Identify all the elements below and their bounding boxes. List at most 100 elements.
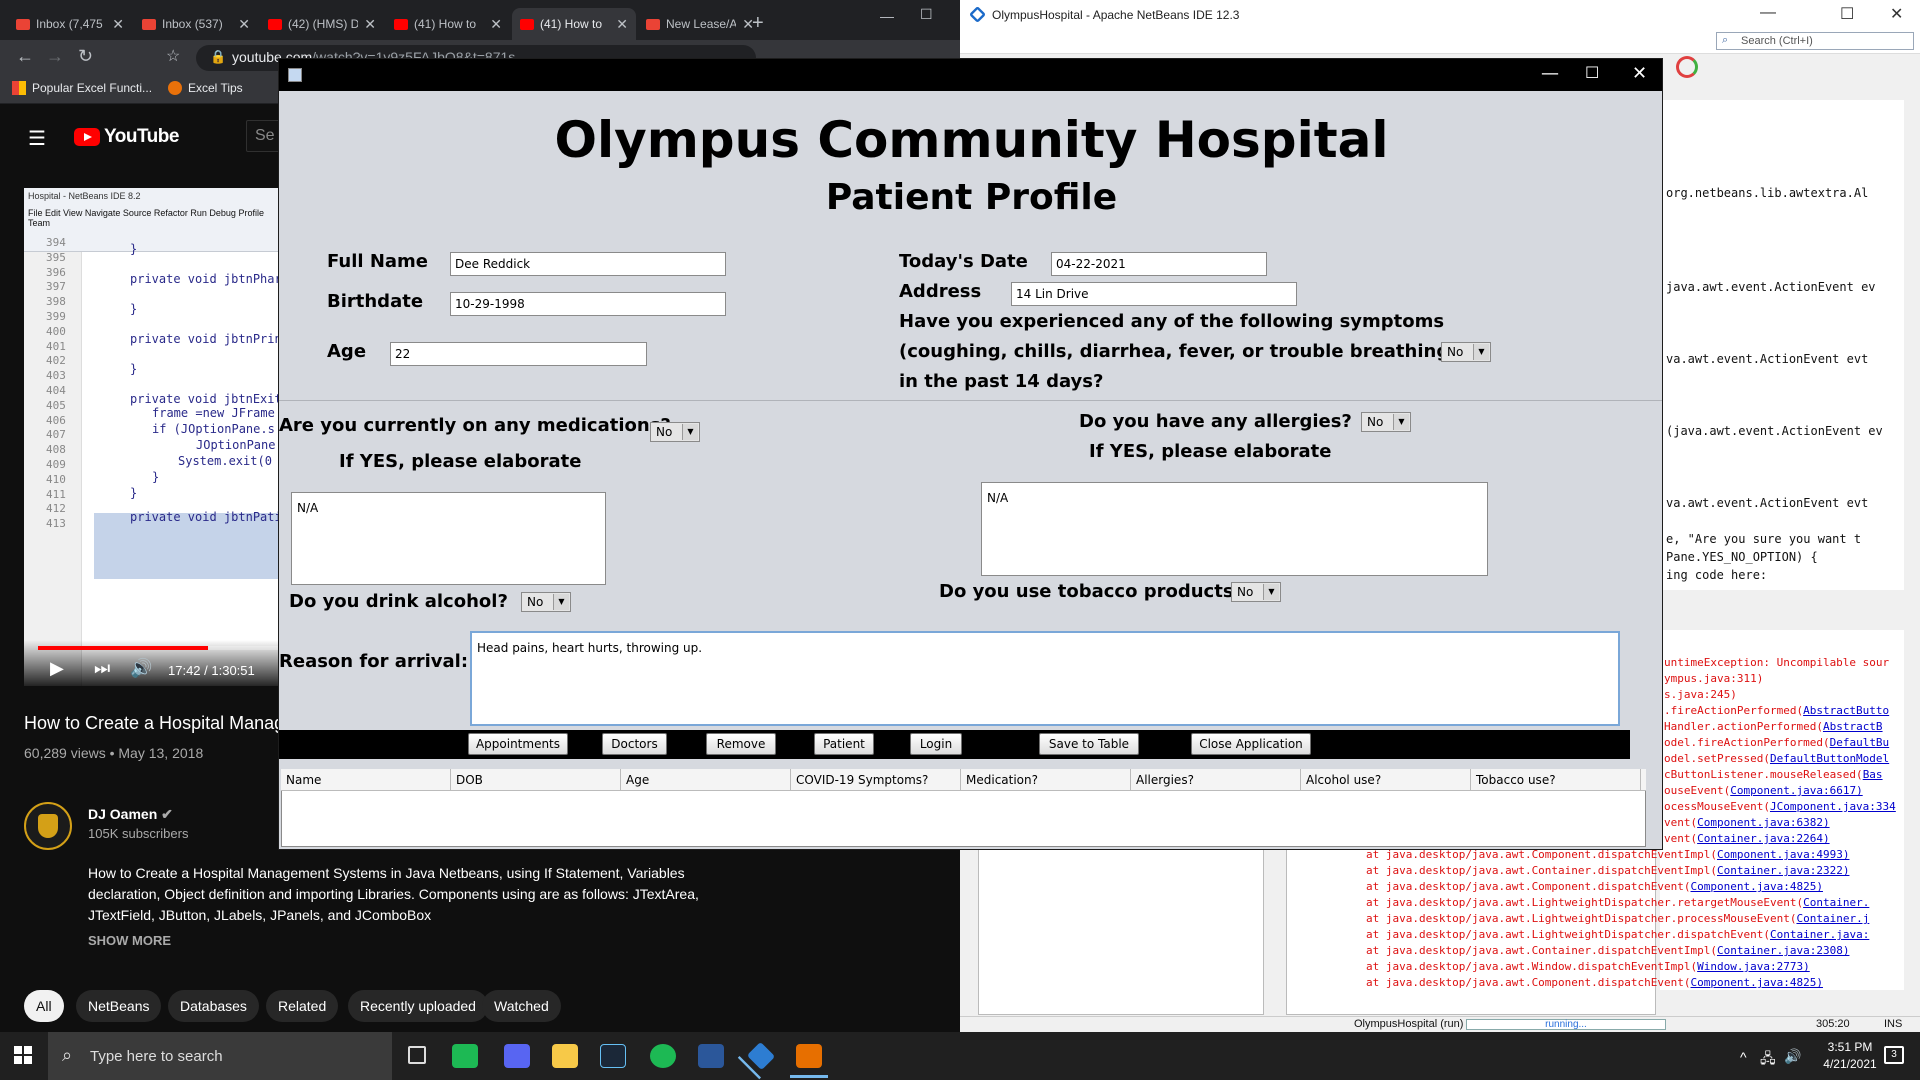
full-name-field[interactable]: Dee Reddick [450,252,726,276]
allergies-combo[interactable]: No ▼ [1361,412,1411,432]
output-link[interactable]: Container.java:2308) [1717,944,1849,957]
close-tab-icon[interactable]: ✕ [490,16,502,33]
output-link[interactable]: AbstractButto [1803,704,1889,717]
bookmark-excel-tips[interactable]: Excel Tips [168,81,243,95]
table-column-header[interactable]: Alcohol use? [1301,769,1471,790]
appointments-button[interactable]: Appointments [468,733,568,755]
java-taskbar-icon[interactable] [790,1044,828,1078]
taskbar-clock[interactable]: 3:51 PM 4/21/2021 [1810,1039,1890,1073]
bookmark-star-icon[interactable]: ☆ [166,46,180,66]
forward-icon[interactable]: → [46,46,64,67]
alcohol-combo[interactable]: No ▼ [521,592,571,612]
output-link[interactable]: Component.java:4825) [1691,976,1823,989]
output-link[interactable]: Container.java: [1770,928,1869,941]
todays-date-field[interactable]: 04-22-2021 [1051,252,1267,276]
close-tab-icon[interactable]: ✕ [238,16,250,33]
taskbar-search-input[interactable]: ⌕ Type here to search [48,1032,392,1080]
task-view-icon[interactable] [408,1046,426,1064]
bookmark-excel-functions[interactable]: Popular Excel Functi... [12,81,152,95]
netbeans-search-input[interactable]: ⌕ Search (Ctrl+I) [1716,32,1914,50]
address-field[interactable]: 14 Lin Drive [1011,282,1297,306]
minimize-icon[interactable]: — [880,8,894,24]
doctors-button[interactable]: Doctors [602,733,667,755]
table-column-header[interactable]: COVID-19 Symptoms? [791,769,961,790]
table-column-header[interactable]: DOB [451,769,621,790]
windows-start-icon[interactable] [14,1046,32,1064]
output-link[interactable]: JComponent.java:334 [1770,800,1896,813]
tobacco-combo[interactable]: No ▼ [1231,582,1281,602]
med-elaborate-textarea[interactable]: N/A [291,492,606,585]
video-progress-bar[interactable] [38,646,284,650]
filter-chip[interactable]: NetBeans [76,990,162,1022]
filter-chip[interactable]: All [24,990,64,1022]
steam-icon[interactable] [600,1044,626,1068]
reason-textarea[interactable]: Head pains, heart hurts, throwing up. [470,631,1620,726]
output-link[interactable]: Component.java:4825) [1691,880,1823,893]
login-button[interactable]: Login [910,733,962,755]
minimize-icon[interactable]: — [1541,63,1559,84]
table-column-header[interactable]: Medication? [961,769,1131,790]
remove-button[interactable]: Remove [706,733,776,755]
close-tab-icon[interactable]: ✕ [112,16,124,33]
discord-icon[interactable] [504,1044,530,1068]
browser-tab[interactable]: New Lease/A ✕ [638,8,762,40]
channel-name[interactable]: DJ Oamen ✔ [88,806,173,823]
new-tab-button[interactable]: + [752,12,764,35]
save-to-table-button[interactable]: Save to Table [1039,733,1139,755]
allergy-elaborate-textarea[interactable]: N/A [981,482,1488,576]
close-tab-icon[interactable]: ✕ [616,16,628,33]
filter-chip[interactable]: Watched [482,990,561,1022]
youtube-logo[interactable]: YouTube [74,126,179,148]
word-icon[interactable] [698,1044,724,1068]
browser-tab[interactable]: (41) How to ✕ [386,8,510,40]
output-link[interactable]: Container.java:2322) [1717,864,1849,877]
symptoms-combo[interactable]: No ▼ [1441,342,1491,362]
spotify-mini-icon[interactable] [452,1044,478,1068]
browser-tab[interactable]: (42) (HMS) D ✕ [260,8,384,40]
output-link[interactable]: DefaultButtonModel [1770,752,1889,765]
spotify-icon[interactable] [650,1044,676,1068]
output-link[interactable]: Container. [1803,896,1869,909]
browser-tab[interactable]: Inbox (537) ✕ [134,8,258,40]
back-icon[interactable]: ← [16,46,34,67]
table-column-header[interactable]: Tobacco use? [1471,769,1641,790]
browser-tab[interactable]: Inbox (7,475 ✕ [8,8,132,40]
filter-chip[interactable]: Recently uploaded [348,990,488,1022]
maximize-icon[interactable]: ☐ [1840,4,1854,24]
filter-chip[interactable]: Databases [168,990,259,1022]
tray-chevron-icon[interactable]: ^ [1740,1049,1747,1065]
output-link[interactable]: Component.java:6617) [1730,784,1862,797]
notification-icon[interactable]: 3 [1884,1046,1904,1064]
maximize-icon[interactable]: ☐ [1585,63,1599,82]
output-link[interactable]: Container.j [1796,912,1869,925]
minimize-icon[interactable]: — [1760,4,1776,22]
hamburger-menu-icon[interactable]: ☰ [28,126,46,151]
table-column-header[interactable]: Age [621,769,791,790]
browser-tab[interactable]: (41) How to ✕ [512,8,636,40]
channel-avatar[interactable] [24,802,72,850]
play-icon[interactable]: ▶ [50,658,64,679]
output-link[interactable]: Component.java:4993) [1717,848,1849,861]
video-player[interactable]: Hospital - NetBeans IDE 8.2 File Edit Vi… [24,188,284,686]
close-icon[interactable]: ✕ [1632,63,1647,84]
output-link[interactable]: DefaultBu [1830,736,1890,749]
age-field[interactable]: 22 [390,342,647,366]
output-link[interactable]: AbstractB [1823,720,1883,733]
garbage-collect-icon[interactable] [1676,56,1698,78]
network-icon[interactable]: 🖧 [1760,1048,1776,1072]
birthdate-field[interactable]: 10-29-1998 [450,292,726,316]
code-editor[interactable] [1660,100,1904,590]
table-column-header[interactable]: Name [281,769,451,790]
filter-chip[interactable]: Related [266,990,339,1022]
output-link[interactable]: Window.java:2773) [1697,960,1810,973]
close-tab-icon[interactable]: ✕ [364,16,376,33]
patient-button[interactable]: Patient [814,733,874,755]
table-column-header[interactable]: Allergies? [1131,769,1301,790]
next-icon[interactable]: ⏭ [94,658,110,679]
close-application-button[interactable]: Close Application [1191,733,1311,755]
volume-icon[interactable]: 🔊 [1784,1048,1801,1065]
output-link[interactable]: Component.java:6382) [1697,816,1829,829]
file-explorer-icon[interactable] [552,1044,578,1068]
medications-combo[interactable]: No ▼ [650,422,700,442]
show-more-button[interactable]: SHOW MORE [88,933,171,948]
